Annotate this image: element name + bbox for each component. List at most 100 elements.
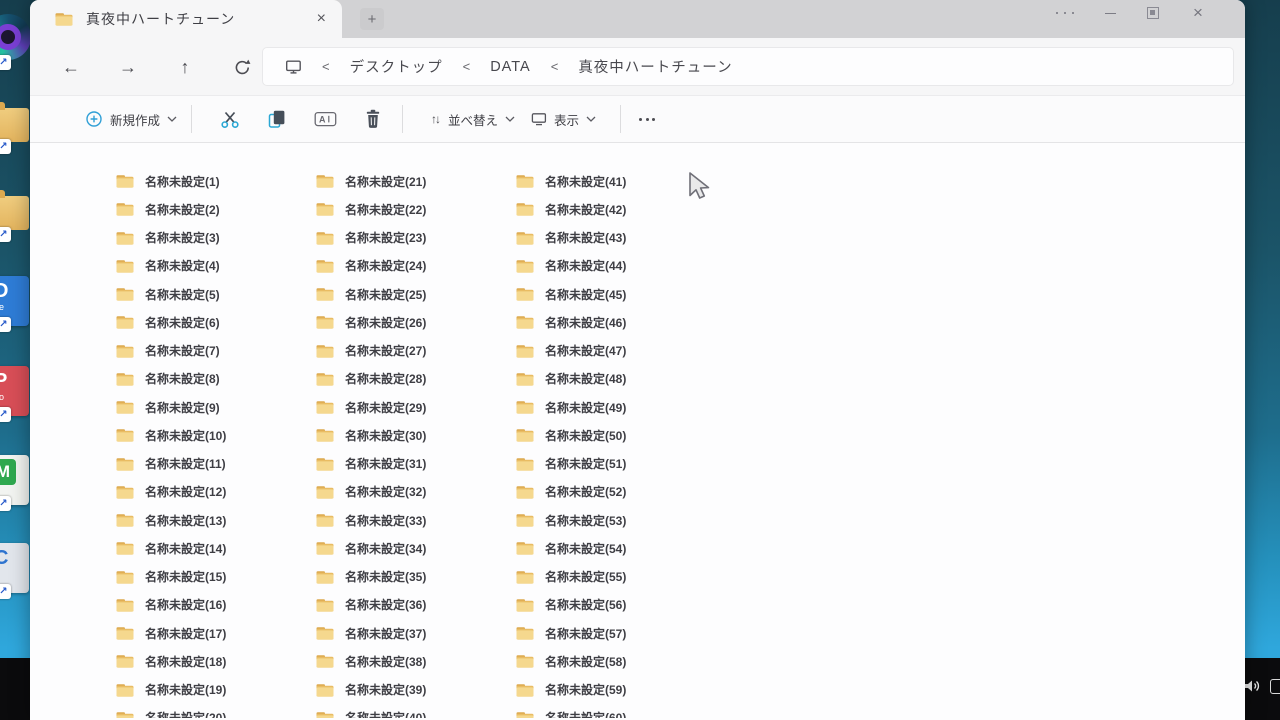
breadcrumb-item[interactable]: デスクトップ bbox=[350, 56, 443, 77]
folder-item[interactable]: 名称未設定(49) bbox=[515, 393, 705, 421]
folder-item[interactable]: 名称未設定(1) bbox=[115, 167, 305, 195]
cut-button[interactable] bbox=[220, 102, 240, 136]
rename-button[interactable]: A bbox=[314, 102, 337, 136]
folder-item[interactable]: 名称未設定(46) bbox=[515, 308, 705, 336]
folder-item[interactable]: 名称未設定(43) bbox=[515, 224, 705, 252]
more-options-button[interactable] bbox=[639, 102, 655, 136]
folder-item[interactable]: 名称未設定(60) bbox=[515, 704, 705, 718]
refresh-icon[interactable] bbox=[229, 54, 255, 80]
folder-item[interactable]: 名称未設定(7) bbox=[115, 337, 305, 365]
folder-item[interactable]: 名称未設定(12) bbox=[115, 478, 305, 506]
folder-item[interactable]: 名称未設定(3) bbox=[115, 224, 305, 252]
folder-item[interactable]: 名称未設定(4) bbox=[115, 252, 305, 280]
desktop-shortcut-browser-logo[interactable]: ↗ bbox=[0, 14, 30, 70]
folder-item[interactable]: 名称未設定(36) bbox=[315, 591, 505, 619]
desktop-shortcut-tile-green-m[interactable]: M↗ bbox=[0, 455, 30, 511]
new-tab-button[interactable]: + bbox=[360, 8, 384, 30]
sort-button[interactable]: ↑↓ 並べ替え bbox=[431, 102, 515, 136]
explorer-tab[interactable]: 真夜中ハートチューン × bbox=[30, 0, 342, 38]
folder-item[interactable]: 名称未設定(17) bbox=[115, 619, 305, 647]
folder-item[interactable]: 名称未設定(24) bbox=[315, 252, 505, 280]
folder-item[interactable]: 名称未設定(56) bbox=[515, 591, 705, 619]
folder-item[interactable]: 名称未設定(33) bbox=[315, 506, 505, 534]
folder-item[interactable]: 名称未設定(11) bbox=[115, 450, 305, 478]
folder-icon bbox=[515, 230, 535, 246]
shortcut-arrow-badge: ↗ bbox=[0, 584, 11, 599]
folder-item[interactable]: 名称未設定(2) bbox=[115, 195, 305, 223]
folder-name: 名称未設定(16) bbox=[145, 596, 226, 613]
folder-item[interactable]: 名称未設定(32) bbox=[315, 478, 505, 506]
folder-item[interactable]: 名称未設定(9) bbox=[115, 393, 305, 421]
folder-icon bbox=[115, 258, 135, 274]
desktop-shortcut-folder[interactable]: ↗ bbox=[0, 186, 30, 242]
folder-item[interactable]: 名称未設定(6) bbox=[115, 308, 305, 336]
folder-item[interactable]: 名称未設定(38) bbox=[315, 647, 505, 675]
folder-item[interactable]: 名称未設定(35) bbox=[315, 563, 505, 591]
tab-folder-icon bbox=[54, 11, 74, 27]
touch-keyboard-icon[interactable] bbox=[1270, 679, 1280, 694]
folder-item[interactable]: 名称未設定(29) bbox=[315, 393, 505, 421]
folder-item[interactable]: 名称未設定(39) bbox=[315, 676, 505, 704]
maximize-button[interactable] bbox=[1138, 0, 1168, 26]
folder-item[interactable]: 名称未設定(20) bbox=[115, 704, 305, 718]
volume-icon[interactable] bbox=[1244, 678, 1261, 694]
breadcrumb-item[interactable]: DATA bbox=[490, 59, 531, 75]
view-button[interactable]: 表示 bbox=[531, 102, 596, 136]
back-button[interactable]: ← bbox=[58, 54, 84, 80]
folder-item[interactable]: 名称未設定(47) bbox=[515, 337, 705, 365]
folder-item[interactable]: 名称未設定(27) bbox=[315, 337, 505, 365]
folder-item[interactable]: 名称未設定(25) bbox=[315, 280, 505, 308]
folder-item[interactable]: 名称未設定(50) bbox=[515, 421, 705, 449]
folder-item[interactable]: 名称未設定(14) bbox=[115, 534, 305, 562]
folder-item[interactable]: 名称未設定(52) bbox=[515, 478, 705, 506]
folder-item[interactable]: 名称未設定(42) bbox=[515, 195, 705, 223]
folder-item[interactable]: 名称未設定(34) bbox=[315, 534, 505, 562]
desktop-shortcut-tile-red[interactable]: Ppo↗ bbox=[0, 366, 30, 422]
copy-button[interactable] bbox=[267, 102, 287, 136]
folder-item[interactable]: 名称未設定(51) bbox=[515, 450, 705, 478]
folder-item[interactable]: 名称未設定(13) bbox=[115, 506, 305, 534]
breadcrumb-item[interactable]: 真夜中ハートチューン bbox=[578, 56, 732, 77]
folder-item[interactable]: 名称未設定(44) bbox=[515, 252, 705, 280]
up-button[interactable]: ↑ bbox=[172, 54, 198, 80]
delete-button[interactable] bbox=[364, 102, 382, 136]
folder-item[interactable]: 名称未設定(22) bbox=[315, 195, 505, 223]
folder-item[interactable]: 名称未設定(19) bbox=[115, 676, 305, 704]
tab-options-icon[interactable] bbox=[1050, 0, 1080, 26]
tab-close-icon[interactable]: × bbox=[317, 11, 326, 27]
new-button[interactable]: 新規作成 bbox=[85, 102, 177, 136]
folder-item[interactable]: 名称未設定(10) bbox=[115, 421, 305, 449]
folder-item[interactable]: 名称未設定(48) bbox=[515, 365, 705, 393]
folder-item[interactable]: 名称未設定(54) bbox=[515, 534, 705, 562]
folder-item[interactable]: 名称未設定(26) bbox=[315, 308, 505, 336]
folder-item[interactable]: 名称未設定(18) bbox=[115, 647, 305, 675]
folder-item[interactable]: 名称未設定(16) bbox=[115, 591, 305, 619]
folder-item[interactable]: 名称未設定(45) bbox=[515, 280, 705, 308]
close-button[interactable]: × bbox=[1183, 0, 1213, 26]
folder-item[interactable]: 名称未設定(31) bbox=[315, 450, 505, 478]
folder-item[interactable]: 名称未設定(15) bbox=[115, 563, 305, 591]
folder-item[interactable]: 名称未設定(41) bbox=[515, 167, 705, 195]
folder-item[interactable]: 名称未設定(30) bbox=[315, 421, 505, 449]
folder-item[interactable]: 名称未設定(57) bbox=[515, 619, 705, 647]
forward-button[interactable]: → bbox=[115, 54, 141, 80]
folder-item[interactable]: 名称未設定(53) bbox=[515, 506, 705, 534]
folder-item[interactable]: 名称未設定(8) bbox=[115, 365, 305, 393]
folder-item[interactable]: 名称未設定(59) bbox=[515, 676, 705, 704]
folder-item[interactable]: 名称未設定(5) bbox=[115, 280, 305, 308]
desktop-shortcut-tile-gray-c[interactable]: C↗ bbox=[0, 543, 30, 599]
folder-item[interactable]: 名称未設定(40) bbox=[315, 704, 505, 718]
address-bar[interactable]: <デスクトップ<DATA<真夜中ハートチューン bbox=[262, 47, 1234, 86]
folder-item[interactable]: 名称未設定(37) bbox=[315, 619, 505, 647]
folder-item[interactable]: 名称未設定(21) bbox=[315, 167, 505, 195]
folder-item[interactable]: 名称未設定(58) bbox=[515, 647, 705, 675]
folder-icon bbox=[54, 11, 74, 27]
desktop-shortcut-folder[interactable]: ↗ bbox=[0, 98, 30, 154]
folder-name: 名称未設定(3) bbox=[145, 229, 220, 246]
folder-item[interactable]: 名称未設定(55) bbox=[515, 563, 705, 591]
minimize-button[interactable] bbox=[1095, 0, 1125, 26]
desktop-shortcut-tile-blue[interactable]: Dde↗ bbox=[0, 276, 30, 332]
folder-item[interactable]: 名称未設定(28) bbox=[315, 365, 505, 393]
folder-item[interactable]: 名称未設定(23) bbox=[315, 224, 505, 252]
scissors-icon bbox=[220, 110, 240, 129]
